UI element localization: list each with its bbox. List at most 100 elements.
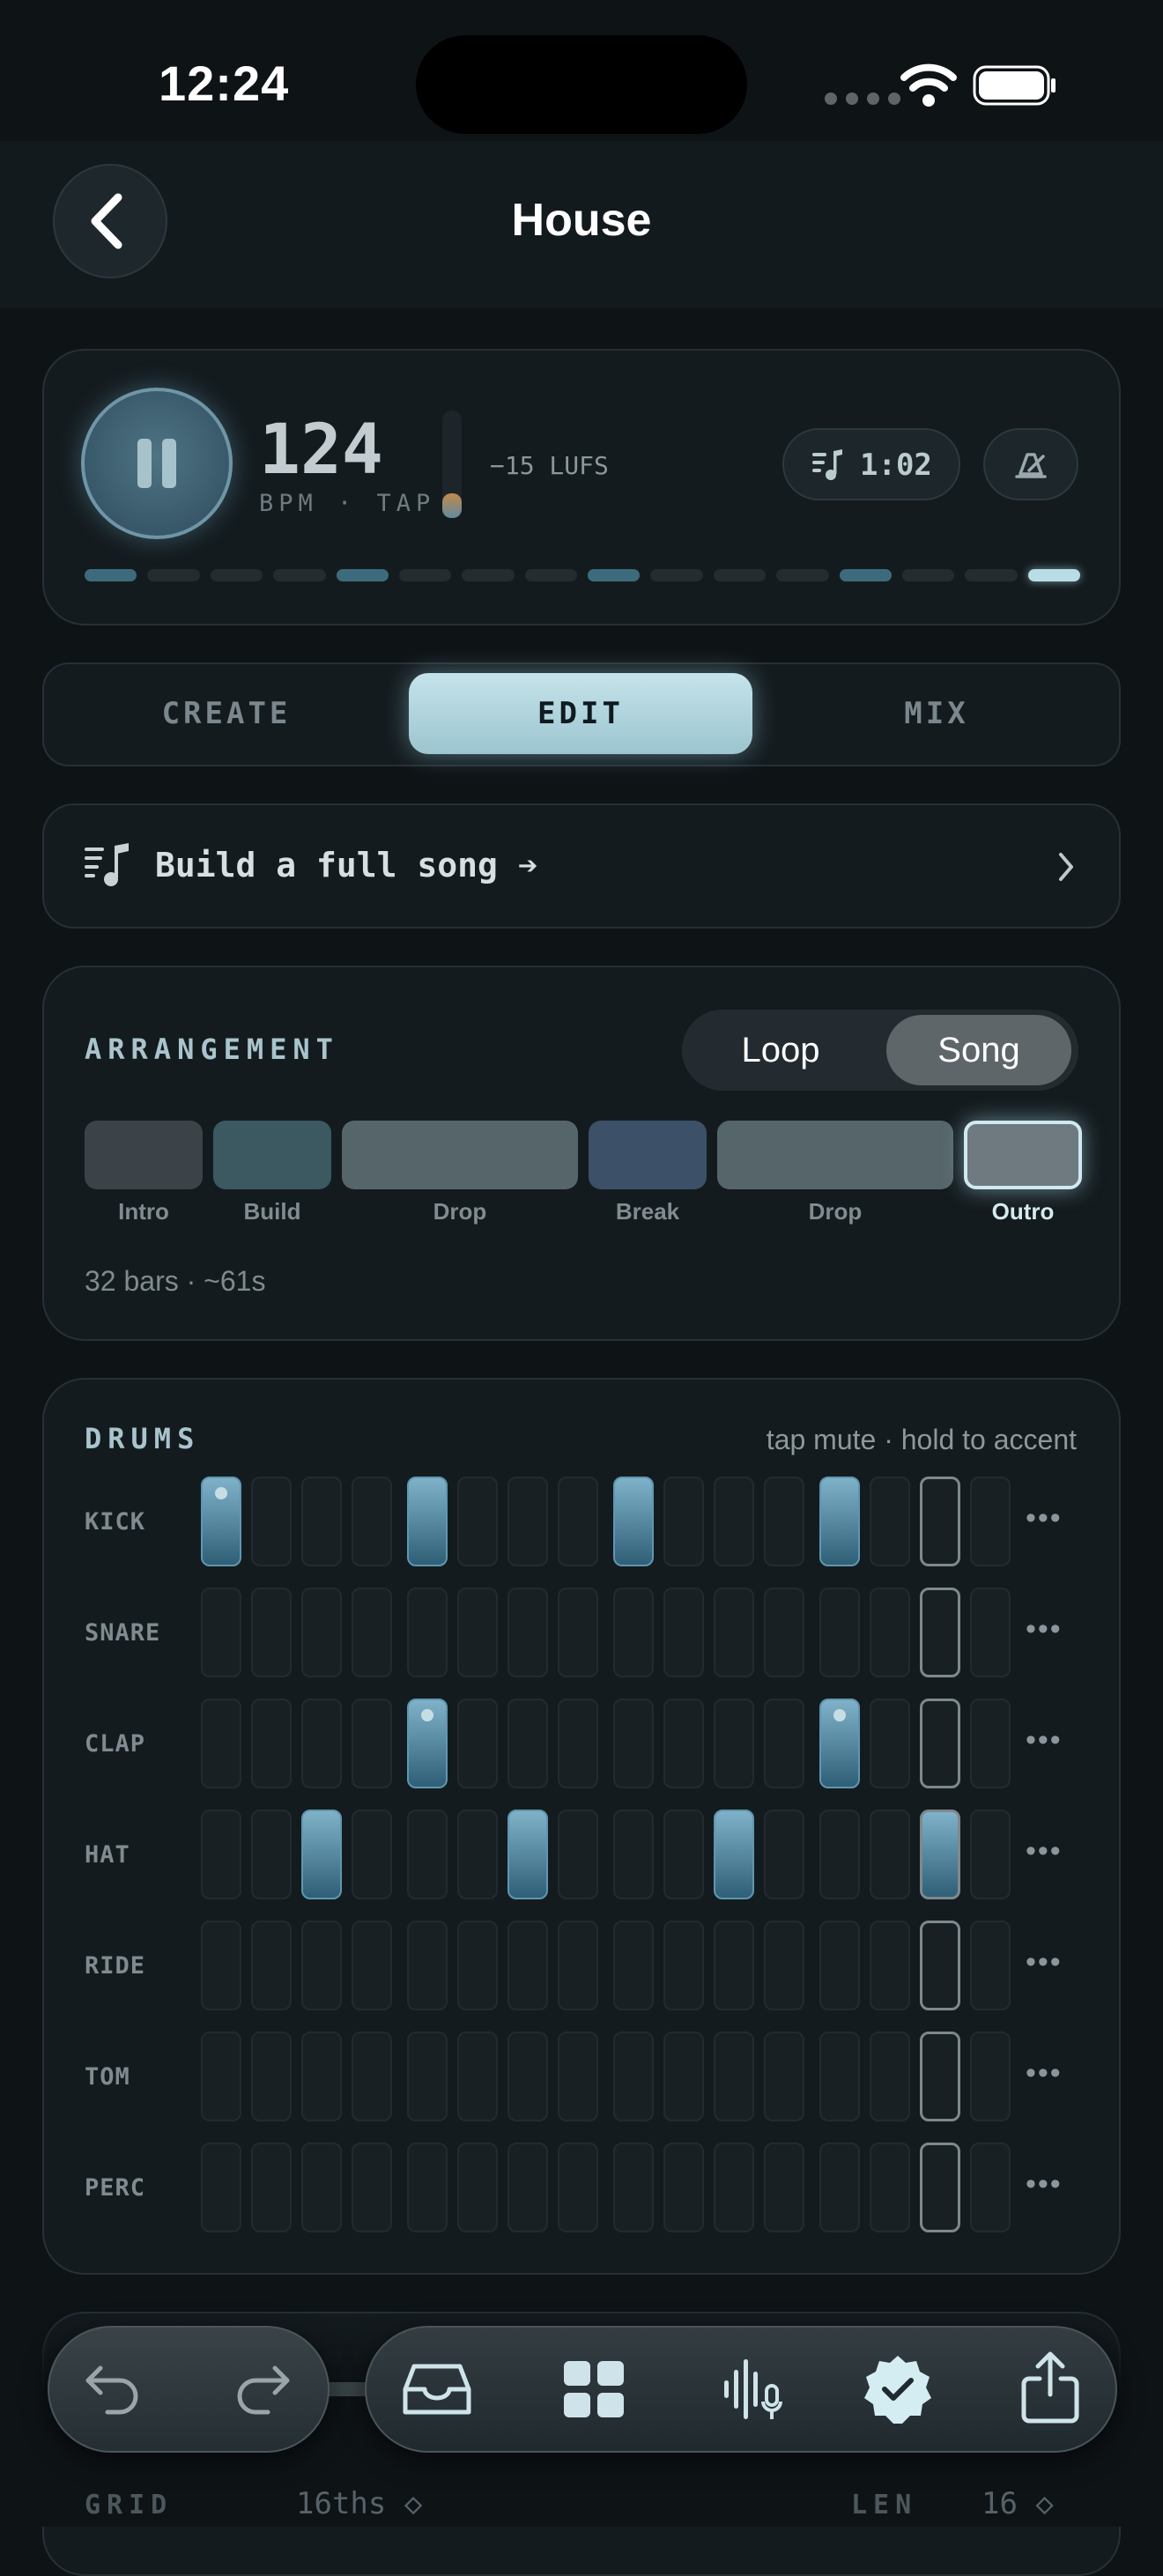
step-cell[interactable] xyxy=(507,1588,548,1677)
step-cell[interactable] xyxy=(819,1921,860,2010)
step-cell[interactable] xyxy=(819,1810,860,1899)
step-cell[interactable] xyxy=(970,2143,1011,2232)
step-cell[interactable] xyxy=(507,1921,548,2010)
grid-icon[interactable] xyxy=(560,2358,627,2421)
step-cell[interactable] xyxy=(970,1810,1011,1899)
step-cell[interactable] xyxy=(764,1810,804,1899)
row-more-button[interactable]: ••• xyxy=(1026,2167,1063,2202)
undo-icon[interactable] xyxy=(81,2359,144,2419)
step-cell[interactable] xyxy=(301,1810,342,1899)
step-cell[interactable] xyxy=(352,1588,392,1677)
bpm-value[interactable]: 124 xyxy=(259,411,383,490)
step-cell[interactable] xyxy=(558,1810,598,1899)
step-cell[interactable] xyxy=(764,1921,804,2010)
row-more-button[interactable]: ••• xyxy=(1026,1945,1063,1980)
step-cell[interactable] xyxy=(251,1588,292,1677)
row-more-button[interactable]: ••• xyxy=(1026,2056,1063,2091)
grid-value-select[interactable]: 16ths ◇ xyxy=(296,2486,422,2521)
step-cell[interactable] xyxy=(201,1921,241,2010)
step-cell[interactable] xyxy=(920,2032,960,2121)
step-cell[interactable] xyxy=(457,1588,498,1677)
section-block[interactable] xyxy=(213,1121,331,1189)
step-cell[interactable] xyxy=(920,1921,960,2010)
step-cell[interactable] xyxy=(714,1477,754,1566)
step-cell[interactable] xyxy=(407,2032,448,2121)
step-cell[interactable] xyxy=(251,1810,292,1899)
step-cell[interactable] xyxy=(870,1699,910,1788)
step-cell[interactable] xyxy=(764,1699,804,1788)
step-cell[interactable] xyxy=(352,2032,392,2121)
step-cell[interactable] xyxy=(870,1588,910,1677)
step-cell[interactable] xyxy=(714,1921,754,2010)
step-cell[interactable] xyxy=(558,1699,598,1788)
step-cell[interactable] xyxy=(457,2143,498,2232)
step-cell[interactable] xyxy=(201,1810,241,1899)
step-cell[interactable] xyxy=(457,1477,498,1566)
step-cell[interactable] xyxy=(613,1588,654,1677)
step-cell[interactable] xyxy=(352,1477,392,1566)
step-cell[interactable] xyxy=(457,1921,498,2010)
inbox-icon[interactable] xyxy=(402,2359,472,2419)
step-cell[interactable] xyxy=(558,1477,598,1566)
step-cell[interactable] xyxy=(970,1477,1011,1566)
step-cell[interactable] xyxy=(407,1477,448,1566)
row-more-button[interactable]: ••• xyxy=(1026,1834,1063,1869)
step-cell[interactable] xyxy=(970,1921,1011,2010)
step-cell[interactable] xyxy=(970,1699,1011,1788)
step-cell[interactable] xyxy=(352,1810,392,1899)
step-cell[interactable] xyxy=(819,1699,860,1788)
step-cell[interactable] xyxy=(663,1477,704,1566)
step-cell[interactable] xyxy=(352,1921,392,2010)
tab-mix[interactable]: MIX xyxy=(765,673,1108,754)
step-cell[interactable] xyxy=(201,1477,241,1566)
row-more-button[interactable]: ••• xyxy=(1026,1723,1063,1758)
step-cell[interactable] xyxy=(558,2032,598,2121)
step-cell[interactable] xyxy=(457,2032,498,2121)
step-cell[interactable] xyxy=(301,1588,342,1677)
voice-icon[interactable] xyxy=(721,2354,791,2424)
tab-edit[interactable]: EDIT xyxy=(409,673,752,754)
metronome-button[interactable] xyxy=(983,428,1078,500)
step-cell[interactable] xyxy=(870,2143,910,2232)
step-cell[interactable] xyxy=(558,2143,598,2232)
step-cell[interactable] xyxy=(407,1588,448,1677)
step-cell[interactable] xyxy=(613,2143,654,2232)
section-block[interactable] xyxy=(342,1121,578,1189)
bpm-tap-label[interactable]: BPM · TAP xyxy=(259,490,435,517)
step-cell[interactable] xyxy=(507,1810,548,1899)
step-cell[interactable] xyxy=(663,1921,704,2010)
step-cell[interactable] xyxy=(870,1477,910,1566)
step-cell[interactable] xyxy=(407,1810,448,1899)
section-block[interactable] xyxy=(964,1121,1082,1189)
step-cell[interactable] xyxy=(613,1477,654,1566)
verified-icon[interactable] xyxy=(862,2354,934,2424)
step-cell[interactable] xyxy=(352,2143,392,2232)
step-cell[interactable] xyxy=(201,1588,241,1677)
step-cell[interactable] xyxy=(301,1921,342,2010)
step-cell[interactable] xyxy=(301,1699,342,1788)
toggle-song[interactable]: Song xyxy=(886,1010,1071,1091)
step-cell[interactable] xyxy=(920,1699,960,1788)
step-cell[interactable] xyxy=(251,1921,292,2010)
step-cell[interactable] xyxy=(819,1588,860,1677)
step-cell[interactable] xyxy=(613,1810,654,1899)
step-cell[interactable] xyxy=(507,1699,548,1788)
step-cell[interactable] xyxy=(201,2143,241,2232)
step-cell[interactable] xyxy=(613,2032,654,2121)
step-cell[interactable] xyxy=(714,1588,754,1677)
step-cell[interactable] xyxy=(251,2032,292,2121)
step-cell[interactable] xyxy=(819,1477,860,1566)
step-cell[interactable] xyxy=(507,2032,548,2121)
step-cell[interactable] xyxy=(663,1588,704,1677)
step-cell[interactable] xyxy=(663,1699,704,1788)
section-block[interactable] xyxy=(717,1121,953,1189)
step-cell[interactable] xyxy=(714,1699,754,1788)
step-cell[interactable] xyxy=(457,1810,498,1899)
step-cell[interactable] xyxy=(970,2032,1011,2121)
step-cell[interactable] xyxy=(764,1588,804,1677)
step-cell[interactable] xyxy=(870,2032,910,2121)
step-cell[interactable] xyxy=(201,2032,241,2121)
step-cell[interactable] xyxy=(714,2032,754,2121)
step-cell[interactable] xyxy=(457,1699,498,1788)
step-cell[interactable] xyxy=(870,1921,910,2010)
